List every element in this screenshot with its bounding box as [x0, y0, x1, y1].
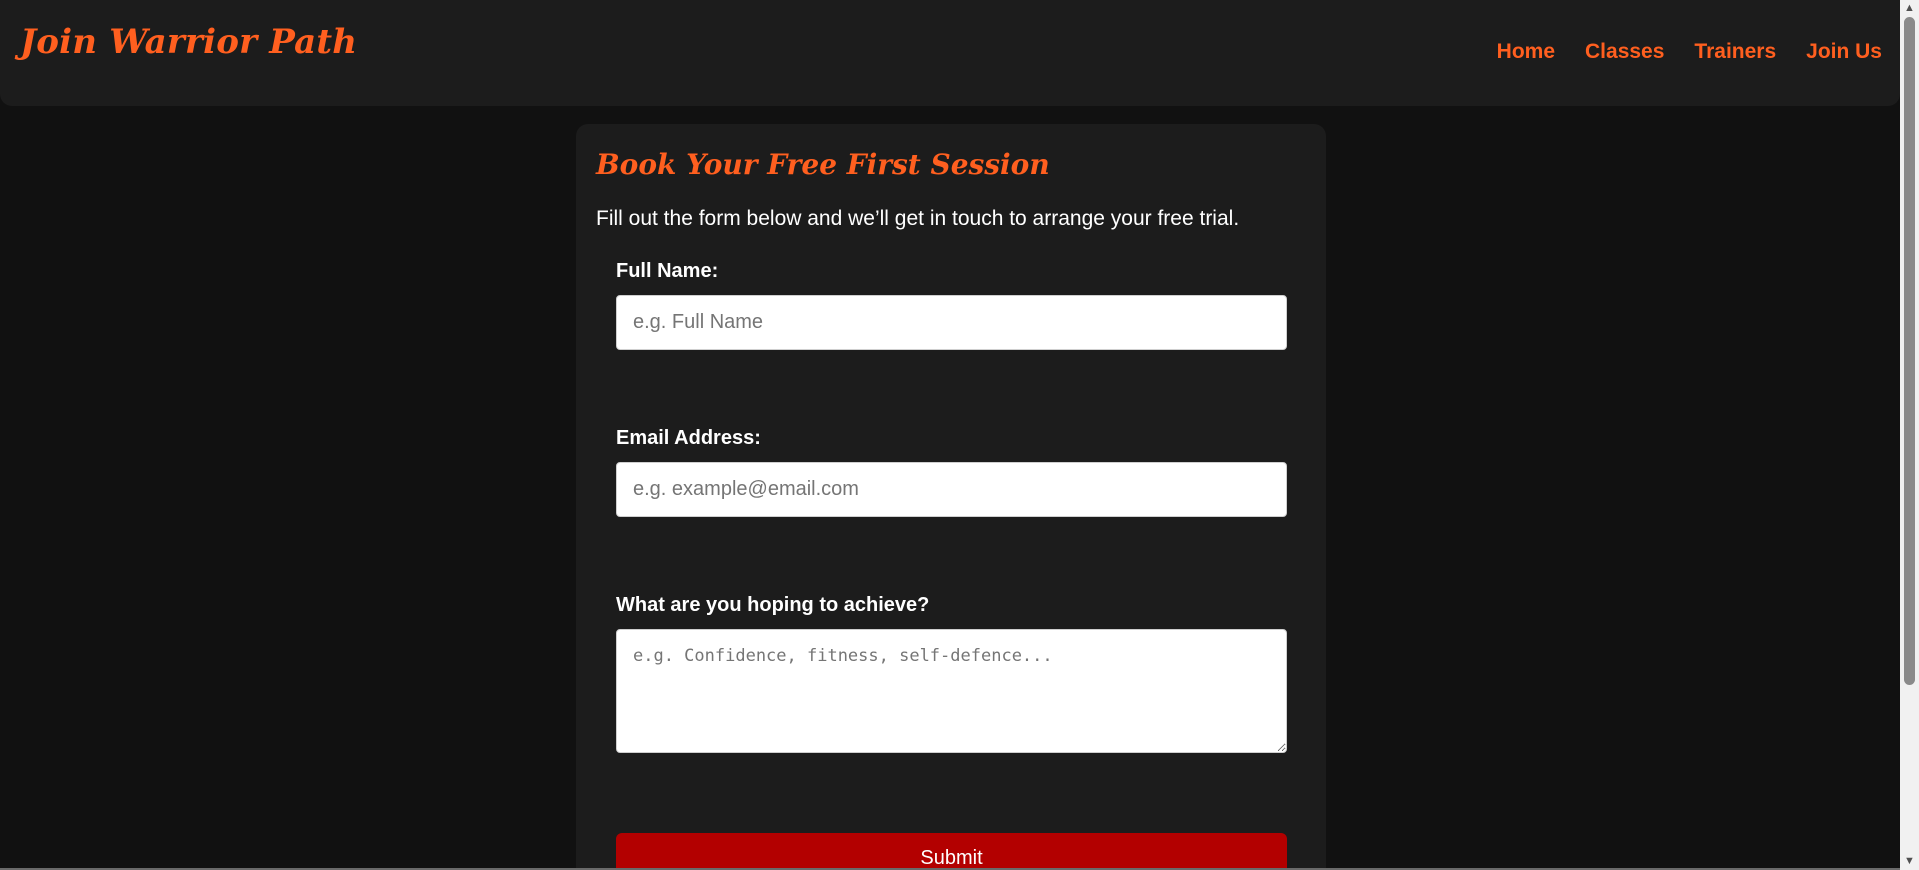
- vertical-scrollbar[interactable]: ▲ ▼: [1900, 0, 1919, 870]
- browser-viewport: Join Warrior Path Home Classes Trainers …: [0, 0, 1919, 870]
- scroll-down-arrow-icon[interactable]: ▼: [1900, 853, 1919, 870]
- nav-trainers[interactable]: Trainers: [1694, 40, 1776, 64]
- site-header: Join Warrior Path Home Classes Trainers …: [0, 0, 1900, 106]
- scrollbar-thumb[interactable]: [1904, 17, 1915, 685]
- nav-home[interactable]: Home: [1497, 40, 1555, 64]
- goal-textarea[interactable]: [616, 629, 1287, 753]
- nav-classes[interactable]: Classes: [1585, 40, 1664, 64]
- site-logo[interactable]: Join Warrior Path: [20, 22, 357, 62]
- goal-label: What are you hoping to achieve?: [616, 594, 930, 616]
- nav-join-us[interactable]: Join Us: [1806, 40, 1882, 64]
- submit-button[interactable]: Submit: [616, 833, 1287, 870]
- email-label: Email Address:: [616, 427, 761, 449]
- full-name-input[interactable]: [616, 295, 1287, 350]
- form-intro: Fill out the form below and we’ll get in…: [596, 207, 1240, 230]
- main-nav: Home Classes Trainers Join Us: [1497, 40, 1882, 64]
- page: Join Warrior Path Home Classes Trainers …: [0, 0, 1900, 870]
- submit-button-label: Submit: [920, 847, 983, 869]
- full-name-label: Full Name:: [616, 260, 719, 282]
- form-title: Book Your Free First Session: [596, 148, 1050, 181]
- scroll-up-arrow-icon[interactable]: ▲: [1900, 0, 1919, 17]
- booking-form-card: Book Your Free First Session Fill out th…: [576, 124, 1326, 870]
- email-input[interactable]: [616, 462, 1287, 517]
